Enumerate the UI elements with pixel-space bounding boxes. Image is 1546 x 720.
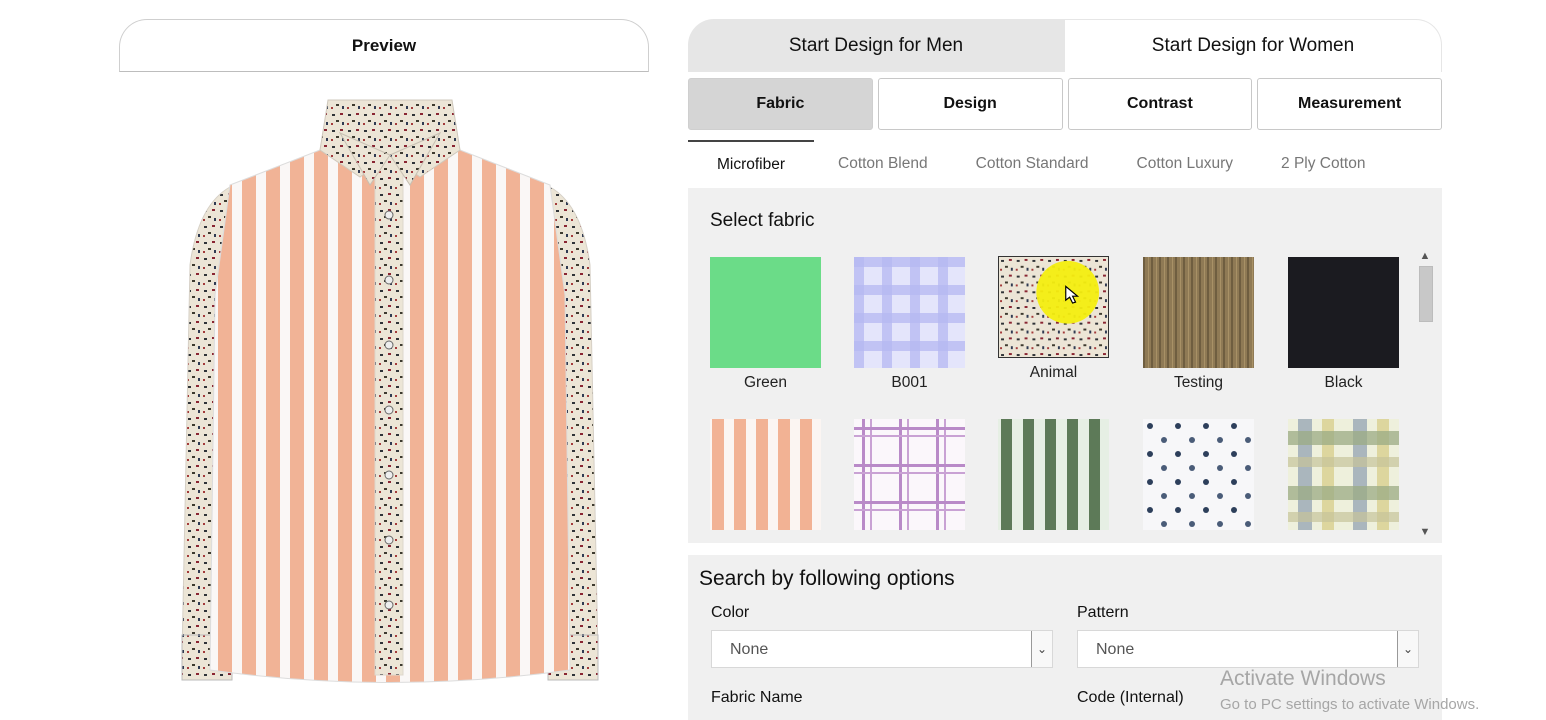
windows-watermark-subtitle: Go to PC settings to activate Windows. <box>1220 696 1480 713</box>
fabric-type-tabs: Microfiber Cotton Blend Cotton Standard … <box>688 140 1442 188</box>
fabric-swatch-pastel-check[interactable] <box>1288 419 1399 530</box>
chevron-down-icon[interactable]: ⌄ <box>1031 631 1052 667</box>
preview-title: Preview <box>351 35 417 55</box>
color-label: Color <box>711 604 750 621</box>
swatch-image <box>710 419 821 530</box>
fabric-swatch-green-stripe[interactable] <box>998 419 1109 530</box>
fabric-panel: Select fabric Green B001 Animal Testing … <box>688 188 1442 543</box>
preview-header: Preview <box>119 19 649 72</box>
swatch-image <box>1143 257 1254 368</box>
tab-microfiber[interactable]: Microfiber <box>688 140 814 188</box>
pattern-select-value: None <box>1096 641 1135 658</box>
swatch-label: Green <box>743 374 788 391</box>
scroll-down-arrow-icon[interactable]: ▼ <box>1416 524 1434 540</box>
pattern-select[interactable]: None ⌄ <box>1077 630 1419 668</box>
main-tabs: Fabric Design Contrast Measurement <box>688 78 1442 130</box>
tab-cotton-blend[interactable]: Cotton Blend <box>814 140 952 188</box>
tab-cotton-standard[interactable]: Cotton Standard <box>952 140 1113 188</box>
search-title: Search by following options <box>699 567 955 590</box>
fabric-swatch-dot-print[interactable] <box>1143 419 1254 530</box>
color-select-value: None <box>730 641 769 658</box>
tab-cotton-luxury[interactable]: Cotton Luxury <box>1113 140 1258 188</box>
tab-design[interactable]: Design <box>877 78 1063 130</box>
tab-fabric[interactable]: Fabric <box>688 78 873 130</box>
swatch-image <box>854 257 965 368</box>
select-fabric-title: Select fabric <box>710 210 815 231</box>
fabric-swatch-b001[interactable]: B001 <box>854 257 965 392</box>
swatch-label: B001 <box>891 374 928 391</box>
fabric-swatch-animal[interactable]: Animal <box>998 256 1109 382</box>
fabric-swatch-purple-plaid[interactable] <box>854 419 965 530</box>
scroll-up-arrow-icon[interactable]: ▲ <box>1416 248 1434 264</box>
chevron-down-icon[interactable]: ⌄ <box>1397 631 1418 667</box>
tab-women-label: Start Design for Women <box>1151 35 1355 56</box>
code-internal-label: Code (Internal) <box>1077 689 1184 706</box>
tab-measurement[interactable]: Measurement <box>1257 78 1442 130</box>
windows-watermark-title: Activate Windows <box>1220 667 1386 690</box>
fabric-swatch-black[interactable]: Black <box>1288 257 1399 392</box>
tab-design-label: Design <box>943 95 997 112</box>
fabric-name-label: Fabric Name <box>711 689 803 706</box>
tab-2-ply-cotton[interactable]: 2 Ply Cotton <box>1257 140 1389 188</box>
fabric-swatch-testing[interactable]: Testing <box>1143 257 1254 392</box>
tab-microfiber-label: Microfiber <box>716 156 786 173</box>
tab-2-ply-cotton-label: 2 Ply Cotton <box>1281 155 1366 172</box>
swatch-label: Testing <box>1173 374 1224 391</box>
tab-measurement-label: Measurement <box>1298 95 1402 112</box>
swatch-image <box>998 256 1109 358</box>
shirt-illustration <box>181 99 599 683</box>
color-select[interactable]: None ⌄ <box>711 630 1053 668</box>
fabric-swatch-green[interactable]: Green <box>710 257 821 392</box>
tab-women[interactable]: Start Design for Women <box>1064 19 1442 72</box>
tab-cotton-luxury-label: Cotton Luxury <box>1136 155 1234 172</box>
tab-men[interactable]: Start Design for Men <box>688 19 1064 72</box>
tab-contrast[interactable]: Contrast <box>1067 78 1253 130</box>
fabric-swatch-peach-stripe[interactable] <box>710 419 821 530</box>
scroll-track[interactable] <box>1419 266 1433 524</box>
swatch-image <box>710 257 821 368</box>
tab-cotton-standard-label: Cotton Standard <box>975 155 1089 172</box>
swatch-image <box>998 419 1109 530</box>
shirt-preview <box>170 95 610 695</box>
swatch-label: Black <box>1324 374 1363 391</box>
scroll-thumb[interactable] <box>1419 266 1433 322</box>
swatch-image <box>1288 257 1399 368</box>
swatch-label: Animal <box>1029 364 1078 381</box>
gender-tabs: Start Design for Men Start Design for Wo… <box>688 19 1442 72</box>
swatch-image <box>1288 419 1399 530</box>
tab-men-label: Start Design for Men <box>788 34 964 56</box>
tab-contrast-label: Contrast <box>1126 95 1193 112</box>
fabric-scrollbar[interactable]: ▲ ▼ <box>1416 248 1434 540</box>
swatch-image <box>1143 419 1254 530</box>
tab-fabric-label: Fabric <box>756 95 805 112</box>
swatch-image <box>854 419 965 530</box>
pattern-label: Pattern <box>1077 604 1129 621</box>
tab-cotton-blend-label: Cotton Blend <box>838 155 928 172</box>
